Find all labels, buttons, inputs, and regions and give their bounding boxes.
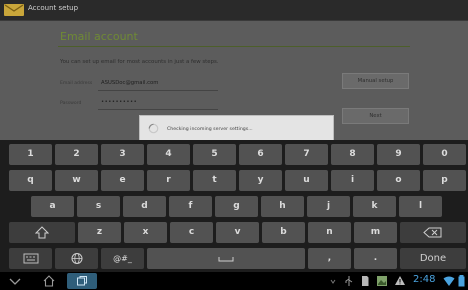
key-x[interactable]: x (124, 222, 167, 243)
key-w[interactable]: w (55, 170, 98, 191)
next-button[interactable]: Next (342, 108, 409, 124)
android-screen: Account setup Email account You can set … (0, 0, 468, 290)
password-label: Password (60, 101, 82, 106)
key-n[interactable]: n (308, 222, 351, 243)
key-z[interactable]: z (78, 222, 121, 243)
usb-icon[interactable] (344, 274, 354, 288)
sd-card-icon[interactable] (360, 274, 370, 288)
key-j[interactable]: j (307, 196, 350, 217)
key-e[interactable]: e (101, 170, 144, 191)
dialog-message: Checking incoming server settings... (167, 127, 253, 132)
key-6[interactable]: 6 (239, 144, 282, 165)
key-9[interactable]: 9 (377, 144, 420, 165)
manual-setup-button[interactable]: Manual setup (342, 73, 409, 89)
key-b[interactable]: b (262, 222, 305, 243)
key-d[interactable]: d (123, 196, 166, 217)
key-y[interactable]: y (239, 170, 282, 191)
key-1[interactable]: 1 (9, 144, 52, 165)
email-app-icon[interactable] (4, 4, 24, 16)
key-t[interactable]: t (193, 170, 236, 191)
page-title: Email account (60, 30, 138, 43)
notification-icon[interactable] (328, 274, 338, 288)
backspace-icon (423, 227, 442, 238)
key-s[interactable]: s (77, 196, 120, 217)
backspace-key[interactable] (400, 222, 466, 243)
home-icon[interactable] (42, 274, 56, 288)
key-4[interactable]: 4 (147, 144, 190, 165)
space-bar-icon (218, 257, 234, 262)
key-k[interactable]: k (353, 196, 396, 217)
done-key[interactable]: Done (400, 248, 466, 269)
loading-spinner-icon (148, 123, 159, 134)
key-q[interactable]: q (9, 170, 52, 191)
period-key[interactable]: . (354, 248, 397, 269)
action-bar-title: Account setup (28, 4, 79, 12)
key-0[interactable]: 0 (423, 144, 466, 165)
action-bar: Account setup (0, 0, 468, 21)
shift-key[interactable] (9, 222, 75, 243)
password-field-underline (98, 109, 218, 110)
clock[interactable]: 2:48 (413, 274, 435, 285)
key-v[interactable]: v (216, 222, 259, 243)
heading-divider (58, 46, 410, 47)
key-f[interactable]: f (169, 196, 212, 217)
gallery-icon[interactable] (376, 274, 388, 288)
key-u[interactable]: u (285, 170, 328, 191)
password-field[interactable]: •••••••••• (101, 99, 137, 105)
key-a[interactable]: a (31, 196, 74, 217)
key-m[interactable]: m (354, 222, 397, 243)
key-5[interactable]: 5 (193, 144, 236, 165)
key-c[interactable]: c (170, 222, 213, 243)
key-3[interactable]: 3 (101, 144, 144, 165)
intro-text: You can set up email for most accounts i… (60, 59, 219, 65)
key-h[interactable]: h (261, 196, 304, 217)
language-key[interactable] (55, 248, 98, 269)
key-8[interactable]: 8 (331, 144, 374, 165)
system-bar: 2:48 (0, 272, 468, 290)
key-o[interactable]: o (377, 170, 420, 191)
symbols-key[interactable]: @#_ (101, 248, 144, 269)
soft-keyboard: 1 2 3 4 5 6 7 8 9 0 q w e r t y u i o p … (0, 140, 468, 272)
shift-arrow-icon (35, 226, 49, 239)
key-7[interactable]: 7 (285, 144, 328, 165)
key-2[interactable]: 2 (55, 144, 98, 165)
key-g[interactable]: g (215, 196, 258, 217)
globe-icon (71, 253, 82, 264)
key-r[interactable]: r (147, 170, 190, 191)
key-l[interactable]: l (399, 196, 442, 217)
email-address-label: Email address (60, 81, 93, 86)
recent-apps-icon (77, 276, 87, 286)
wifi-icon (443, 276, 455, 286)
email-field-underline (98, 90, 218, 91)
key-p[interactable]: p (423, 170, 466, 191)
keyboard-settings-key[interactable] (9, 248, 52, 269)
keyboard-settings-icon (23, 253, 38, 264)
warning-icon[interactable] (394, 274, 406, 288)
recent-apps-button[interactable] (67, 273, 97, 289)
comma-key[interactable]: , (308, 248, 351, 269)
back-icon[interactable] (8, 274, 22, 288)
battery-icon (458, 275, 465, 287)
space-key[interactable] (147, 248, 305, 269)
email-address-field[interactable]: ASUSDoc@gmail.com (101, 80, 158, 86)
key-i[interactable]: i (331, 170, 374, 191)
